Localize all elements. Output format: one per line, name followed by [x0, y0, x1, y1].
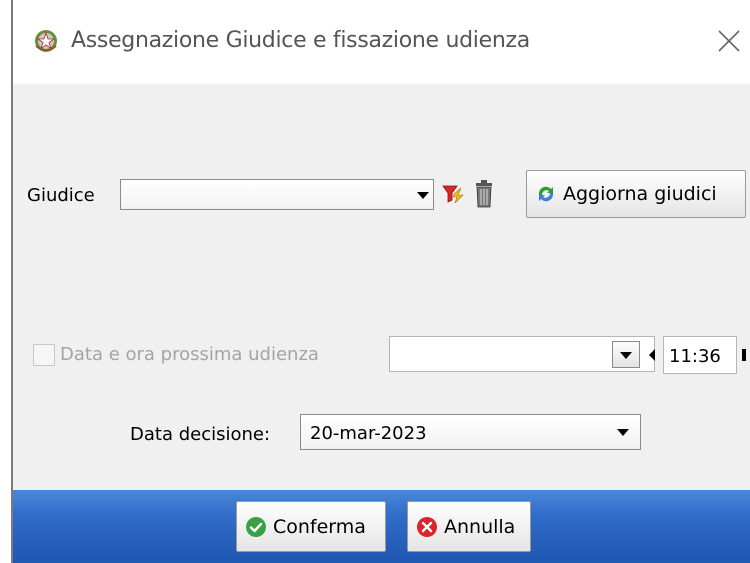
- giudice-label: Giudice: [27, 185, 95, 206]
- dialog-footer: Conferma Annulla: [13, 490, 750, 563]
- annulla-button[interactable]: Annulla: [407, 501, 531, 552]
- data-decisione-combobox[interactable]: 20-mar-2023: [300, 414, 641, 450]
- prossima-udienza-checkbox[interactable]: [33, 344, 55, 366]
- data-decisione-dropdown-icon[interactable]: [617, 429, 629, 436]
- prossima-udienza-date-combobox[interactable]: [389, 336, 655, 372]
- cancel-icon: [417, 516, 437, 537]
- giudice-combobox[interactable]: [120, 179, 434, 210]
- dialog-content: Giudice Aggiorna giudici Data e ora pros…: [13, 84, 750, 490]
- aggiorna-giudici-label: Aggiorna giudici: [563, 183, 717, 205]
- time-field[interactable]: 11:36: [663, 336, 737, 374]
- prossima-udienza-dropdown-button[interactable]: [612, 341, 640, 368]
- close-icon[interactable]: [710, 22, 748, 60]
- trash-icon[interactable]: [473, 180, 495, 208]
- chevron-down-icon: [620, 352, 632, 359]
- data-decisione-label: Data decisione:: [130, 424, 271, 445]
- giudice-dropdown-icon[interactable]: [417, 192, 429, 199]
- filter-icon[interactable]: [441, 182, 465, 206]
- window-title: Assegnazione Giudice e fissazione udienz…: [71, 28, 530, 53]
- annulla-label: Annulla: [444, 515, 516, 538]
- italian-republic-emblem-icon: [35, 30, 57, 52]
- time-decrease-arrow[interactable]: [649, 349, 655, 361]
- prossima-udienza-label: Data e ora prossima udienza: [60, 344, 319, 365]
- refresh-icon: [538, 186, 554, 202]
- time-value: 11:36: [669, 346, 721, 367]
- conferma-button[interactable]: Conferma: [236, 501, 386, 552]
- time-increase-arrow[interactable]: [742, 349, 746, 361]
- conferma-label: Conferma: [273, 515, 366, 538]
- title-bar: Assegnazione Giudice e fissazione udienz…: [13, 0, 750, 84]
- data-decisione-value: 20-mar-2023: [310, 423, 427, 444]
- aggiorna-giudici-button[interactable]: Aggiorna giudici: [526, 170, 746, 218]
- check-icon: [246, 516, 266, 537]
